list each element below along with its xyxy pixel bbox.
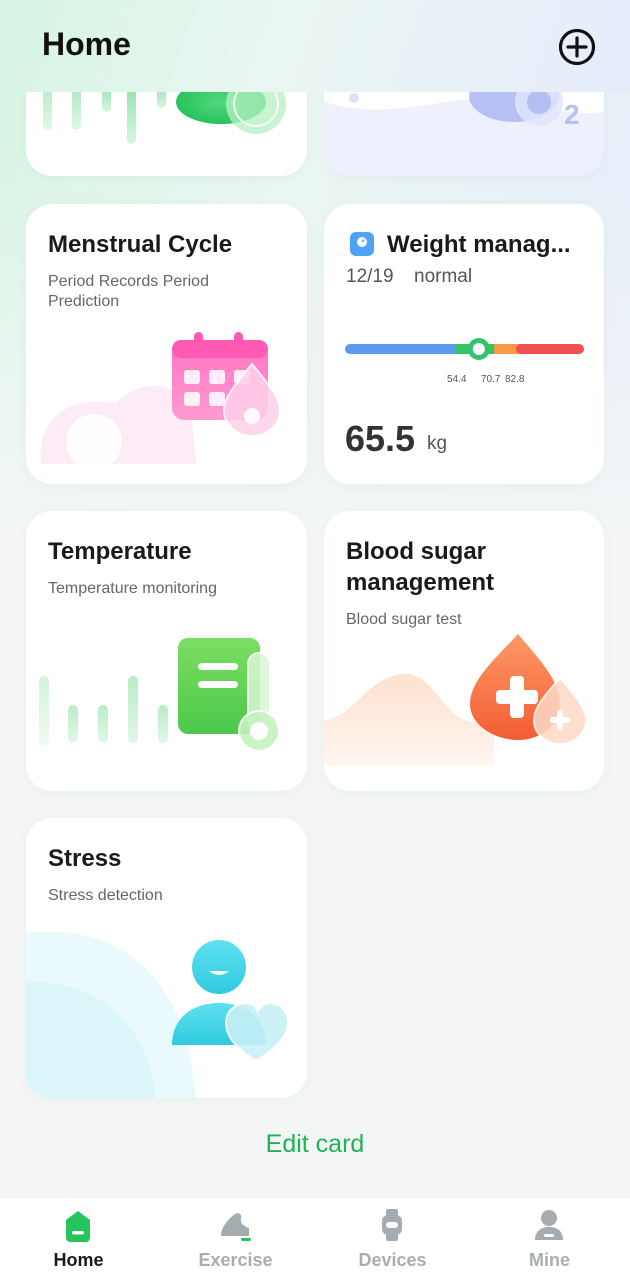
header: Home — [0, 0, 630, 92]
card-subtitle: Temperature monitoring — [48, 580, 217, 597]
nav-item-home[interactable]: Home — [0, 1198, 157, 1280]
weight-tick-label: 82.8 — [505, 374, 525, 385]
weight-date: 12/19 — [346, 266, 394, 287]
card-title: Weight manag... — [387, 231, 571, 258]
person-icon — [535, 1210, 563, 1240]
weight-range-bar — [345, 338, 584, 360]
calendar-illustration — [40, 332, 282, 470]
card-subtitle: Period Records Period Prediction — [48, 273, 209, 310]
page-title: Home — [42, 26, 131, 62]
nav-label: Mine — [528, 1250, 570, 1270]
card-stress[interactable]: Stress Stress detection — [26, 818, 307, 1098]
nav-item-exercise[interactable]: Exercise — [157, 1198, 314, 1280]
weight-tick-label: 54.4 — [447, 374, 467, 385]
nav-item-devices[interactable]: Devices — [314, 1198, 471, 1280]
nav-label: Home — [53, 1250, 104, 1270]
card-temperature[interactable]: Temperature Temperature monitoring — [26, 511, 307, 791]
card-title: Temperature — [48, 538, 192, 565]
scale-icon — [350, 232, 374, 256]
weight-status: normal — [414, 266, 473, 287]
home-icon — [66, 1211, 90, 1242]
watch-icon — [382, 1209, 402, 1241]
nav-label: Exercise — [198, 1250, 273, 1270]
svg-text:2: 2 — [564, 99, 580, 130]
bottom-nav: Home Exercise Devices Mine — [0, 1198, 630, 1280]
card-weight-management[interactable]: Weight manag... 12/19 normal 54.4 70.7 8… — [324, 204, 604, 484]
shoe-icon — [221, 1213, 251, 1241]
nav-label: Devices — [358, 1250, 427, 1270]
stress-illustration — [26, 931, 290, 1098]
blood-drop-illustration — [324, 634, 588, 766]
card-title: Menstrual Cycle — [48, 231, 233, 258]
thermometer-illustration — [39, 638, 280, 752]
weight-unit: kg — [427, 433, 448, 454]
card-menstrual-cycle[interactable]: Menstrual Cycle Period Records Period Pr… — [26, 204, 307, 484]
weight-value: 65.5 — [345, 418, 416, 459]
card-title: Blood sugar — [346, 538, 487, 565]
weight-tick-label: 70.7 — [481, 374, 501, 385]
card-subtitle: Stress detection — [48, 887, 163, 904]
card-blood-sugar[interactable]: Blood sugar management Blood sugar test — [324, 511, 604, 791]
add-icon[interactable] — [557, 27, 597, 67]
card-title: Stress — [48, 845, 122, 872]
nav-item-mine[interactable]: Mine — [471, 1198, 628, 1280]
edit-card-link[interactable]: Edit card — [0, 1130, 630, 1159]
card-title: management — [346, 569, 495, 596]
